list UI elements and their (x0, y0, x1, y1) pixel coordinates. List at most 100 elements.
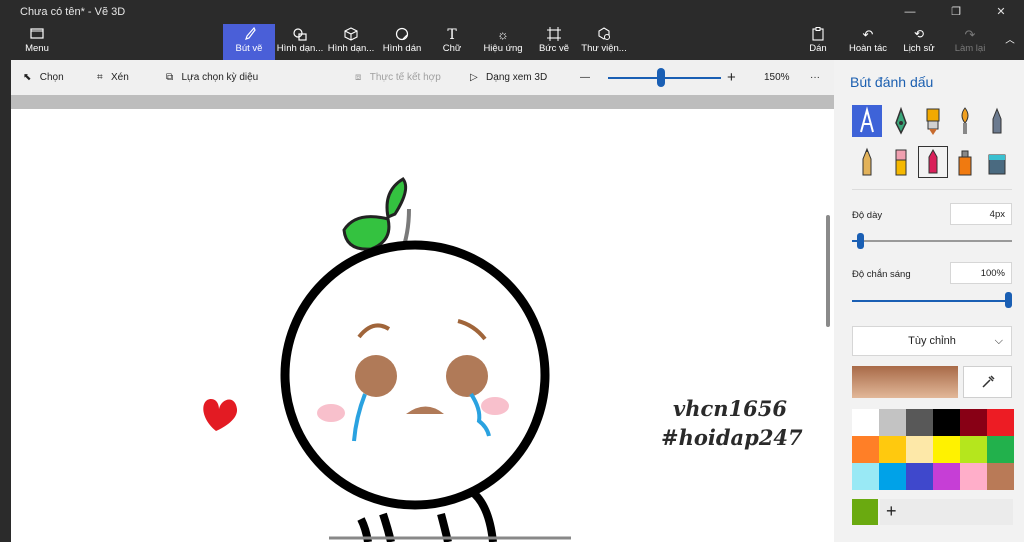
character-head (280, 240, 550, 510)
opacity-slider-track[interactable] (852, 300, 1012, 302)
tool-stickers[interactable]: Hình dán (380, 24, 424, 60)
palette-swatch[interactable] (852, 409, 879, 436)
palette-swatch[interactable] (960, 463, 987, 490)
shapes-3d-icon (326, 24, 376, 43)
palette-swatch[interactable] (879, 436, 906, 463)
magic-select-tool[interactable]: ⧉ Lựa chọn kỳ diệu (166, 60, 258, 95)
brush-watercolor[interactable] (950, 105, 980, 137)
brush-pixel-pen[interactable] (982, 105, 1012, 137)
palette-swatch[interactable] (879, 409, 906, 436)
palette-swatch[interactable] (906, 409, 933, 436)
canvas-icon (536, 24, 572, 43)
collapse-ribbon-button[interactable]: ︿ (998, 24, 1022, 60)
brush-marker[interactable] (852, 105, 882, 137)
palette-swatch[interactable] (879, 463, 906, 490)
add-color-button[interactable]: + (880, 499, 1013, 525)
opacity-label: Độ chắn sáng (852, 269, 911, 280)
select-label: Chọn (39, 72, 64, 83)
pencil-icon (852, 147, 882, 182)
brush-spray-can[interactable] (950, 146, 980, 178)
oil-brush-icon (918, 108, 948, 141)
palette-swatch[interactable] (933, 463, 960, 490)
view-3d-icon: ▷ (470, 72, 478, 83)
vertical-scrollbar[interactable] (826, 215, 830, 327)
eye-left (355, 355, 397, 397)
tool-2d-shapes[interactable]: Hình dạn... (276, 24, 324, 60)
tool-label: Hiệu ứng (483, 43, 523, 54)
zoom-out-button[interactable]: — (580, 60, 590, 95)
canvas-workspace (11, 95, 834, 109)
palette-swatch[interactable] (933, 436, 960, 463)
tool-label: Hình dạn... (276, 43, 324, 54)
brush-calligraphy-pen[interactable] (886, 105, 916, 137)
brush-crayon[interactable] (918, 146, 948, 178)
maximize-button[interactable]: ❐ (933, 0, 979, 24)
add-icon: + (886, 501, 897, 521)
dropdown-value: Tùy chỉnh (908, 335, 956, 347)
close-button[interactable]: ✕ (978, 0, 1024, 24)
palette-swatch[interactable] (933, 409, 960, 436)
palette-swatch[interactable] (906, 463, 933, 490)
brush-eraser[interactable] (886, 146, 916, 178)
palette-swatch[interactable] (852, 436, 879, 463)
tool-3d-shapes[interactable]: Hình dạn... (326, 24, 376, 60)
redo-icon: ↷ (964, 27, 976, 42)
eyedropper-icon (980, 375, 996, 394)
magic-select-icon: ⧉ (166, 72, 174, 83)
mixed-reality-icon: ⧈ (355, 72, 362, 83)
thickness-slider-track[interactable] (852, 240, 1012, 242)
tool-text[interactable]: T Chữ (436, 24, 468, 60)
chevron-down-icon: ⌵ (994, 335, 1003, 347)
tool-label: Hoàn tác (848, 43, 888, 54)
zoom-in-button[interactable]: + (727, 60, 736, 95)
crop-label: Xén (110, 72, 129, 83)
tool-brushes[interactable]: Bút vẽ (223, 24, 275, 60)
eye-right (446, 355, 488, 397)
redo-button[interactable]: ↷ Làm lại (950, 24, 990, 60)
custom-color-swatch[interactable] (852, 499, 878, 525)
brush-icon (223, 24, 275, 43)
brush-pencil[interactable] (852, 146, 882, 178)
palette-swatch[interactable] (852, 463, 879, 490)
zoom-slider-thumb[interactable] (657, 68, 665, 87)
undo-icon: ↶ (862, 27, 874, 42)
brush-oil[interactable] (918, 105, 948, 137)
palette-swatch[interactable] (987, 463, 1014, 490)
paste-button[interactable]: Dán (804, 24, 832, 60)
tool-canvas[interactable]: Bức vẽ (536, 24, 572, 60)
text-icon: T (447, 27, 457, 43)
drawing-artwork (203, 177, 571, 542)
mixed-reality-tool[interactable]: ⧈ Thực tế kết hợp (355, 60, 441, 95)
history-button[interactable]: ⟲ Lịch sử (900, 24, 938, 60)
opacity-slider-thumb[interactable] (1005, 292, 1012, 308)
eyedropper-button[interactable] (963, 366, 1012, 398)
brush-fill[interactable] (982, 146, 1012, 178)
opacity-input[interactable]: 100% (950, 262, 1012, 284)
panel-title: Bút đánh dấu (850, 74, 934, 90)
drawing-canvas[interactable]: vhcn1656 #hoidap247 (11, 109, 834, 542)
palette-swatch[interactable] (960, 409, 987, 436)
heart (203, 399, 238, 431)
palette-swatch[interactable] (987, 409, 1014, 436)
thickness-slider-thumb[interactable] (857, 233, 864, 249)
fill-bucket-icon (982, 154, 1012, 182)
crop-tool[interactable]: ⌗ Xén (97, 60, 129, 95)
thickness-input[interactable]: 4px (950, 203, 1012, 225)
minimize-button[interactable]: — (887, 0, 933, 24)
palette-swatch[interactable] (906, 436, 933, 463)
library-icon (581, 24, 627, 43)
select-tool[interactable]: ⬉ Chọn (23, 60, 64, 95)
view-3d-tool[interactable]: ▷ Dạng xem 3D (470, 60, 547, 95)
undo-button[interactable]: ↶ Hoàn tác (846, 24, 890, 60)
palette-swatch[interactable] (960, 436, 987, 463)
palette-swatch[interactable] (987, 436, 1014, 463)
menu-button[interactable]: Menu (16, 24, 58, 60)
character-arm-right (468, 487, 497, 542)
current-color-swatch[interactable] (852, 366, 958, 398)
marker-icon (852, 106, 882, 141)
tool-effects[interactable]: ☼ Hiệu ứng (481, 24, 525, 60)
color-mode-dropdown[interactable]: Tùy chỉnh ⌵ (852, 326, 1012, 356)
tool-3d-library[interactable]: Thư viện... (581, 24, 627, 60)
zoom-value[interactable]: 150% (764, 60, 790, 95)
more-options-button[interactable]: ··· (810, 60, 820, 95)
